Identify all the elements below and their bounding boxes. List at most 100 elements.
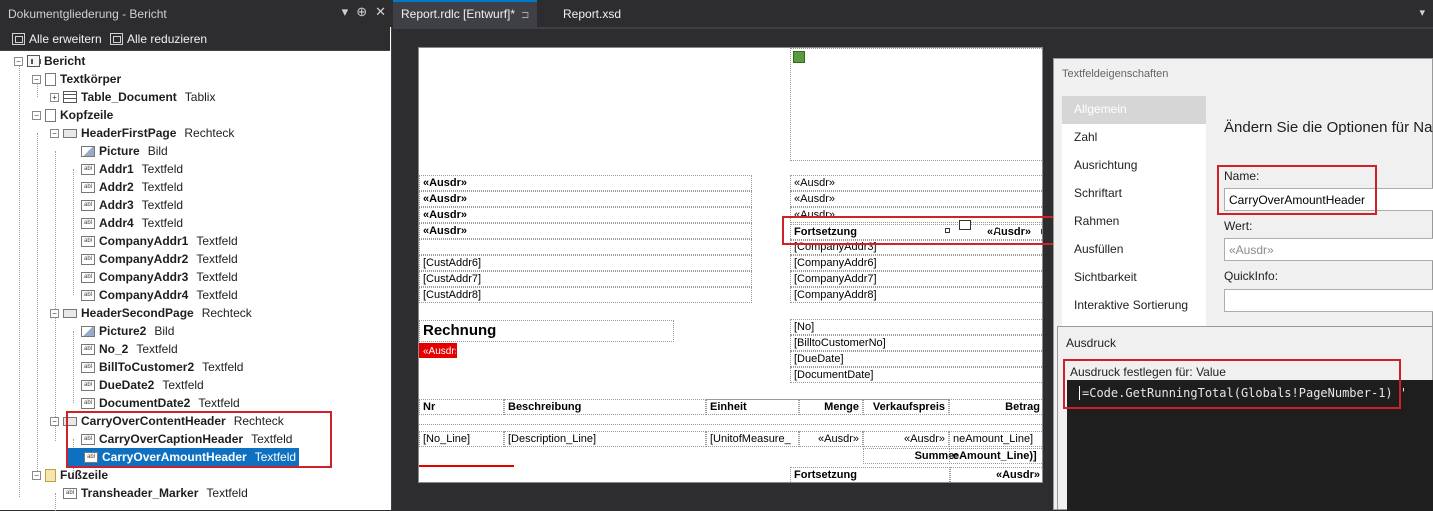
- tree-node[interactable]: − Fußzeile: [32, 466, 108, 484]
- document-info-field[interactable]: [DocumentDate]: [790, 367, 1042, 383]
- table-column-header[interactable]: Beschreibung: [504, 399, 706, 415]
- tree-node[interactable]: abl CompanyAddr1 Textfeld: [68, 232, 238, 250]
- close-icon[interactable]: ✕: [375, 4, 386, 20]
- nav-item[interactable]: Ausfüllen: [1062, 236, 1206, 264]
- nav-item[interactable]: Allgemein: [1062, 96, 1206, 124]
- tree-node[interactable]: + Table_Document Tablix: [50, 88, 215, 106]
- table-cell[interactable]: «Ausdr»: [799, 431, 863, 447]
- expand-all-button[interactable]: Alle erweitern: [12, 30, 102, 48]
- customer-address-line[interactable]: [CustAddr7]: [419, 271, 752, 287]
- tree-node[interactable]: abl BillToCustomer2 Textfeld: [68, 358, 243, 376]
- tree-node[interactable]: − HeaderFirstPage Rechteck: [50, 124, 234, 142]
- tree-node[interactable]: abl Addr3 Textfeld: [68, 196, 183, 214]
- table-cell[interactable]: [UnitofMeasure_: [706, 431, 799, 447]
- tab-report-xsd[interactable]: Report.xsd: [555, 0, 629, 27]
- chevron-down-icon[interactable]: ▾: [1419, 6, 1425, 19]
- collapse-toggle-icon[interactable]: −: [50, 128, 59, 138]
- tree-node[interactable]: abl Transheader_Marker Textfeld: [50, 484, 248, 502]
- nav-item-label: Schriftart: [1074, 186, 1123, 200]
- collapse-toggle-icon[interactable]: −: [50, 308, 59, 318]
- company-address-line[interactable]: [CompanyAddr8]: [790, 287, 1042, 303]
- tree-node[interactable]: abl CompanyAddr4 Textfeld: [68, 286, 238, 304]
- sum-value[interactable]: eAmount_Line)]: [949, 448, 1042, 464]
- pin-icon[interactable]: ⊕: [356, 4, 367, 20]
- pin-icon[interactable]: ⊐: [521, 10, 529, 21]
- document-info-field[interactable]: [BilltoCustomerNo]: [790, 335, 1042, 351]
- tree-node[interactable]: abl Addr2 Textfeld: [68, 178, 183, 196]
- document-info-field[interactable]: [No]: [790, 319, 1042, 335]
- tree-node[interactable]: Picture2 Bild: [68, 322, 174, 340]
- image-icon: [81, 145, 95, 157]
- customer-address-line[interactable]: «Ausdr»: [419, 223, 752, 239]
- company-address-line[interactable]: [CompanyAddr7]: [790, 271, 1042, 287]
- tree-node-name: DocumentDate2: [99, 396, 191, 410]
- collapse-toggle-icon[interactable]: −: [14, 56, 23, 66]
- value-field[interactable]: «Ausdr»: [1224, 238, 1433, 261]
- report-page: «Ausdr» «Ausdr» «Ausdr» «Ausdr» [CustAddr5][…: [418, 47, 1043, 483]
- tree-node[interactable]: abl CompanyAddr2 Textfeld: [68, 250, 238, 268]
- nav-item[interactable]: Ausrichtung: [1062, 152, 1206, 180]
- collapse-all-label: Alle reduzieren: [127, 32, 208, 46]
- invoice-title[interactable]: Rechnung: [419, 320, 674, 342]
- nav-item[interactable]: Schriftart: [1062, 180, 1206, 208]
- tree-connector-line: [37, 133, 38, 479]
- table-cell[interactable]: neAmount_Line]: [949, 431, 1042, 447]
- tree-node[interactable]: Picture Bild: [68, 142, 168, 160]
- nav-item[interactable]: Interaktive Sortierung: [1062, 292, 1206, 320]
- company-address-line[interactable]: «Ausdr»: [790, 175, 1042, 191]
- expand-toggle-icon[interactable]: +: [50, 92, 59, 102]
- nav-item[interactable]: Rahmen: [1062, 208, 1206, 236]
- table-column-header[interactable]: Betrag: [949, 399, 1042, 415]
- tree-node[interactable]: − Textkörper: [32, 70, 121, 88]
- tree-node-type: Textfeld: [136, 342, 178, 356]
- table-column-header[interactable]: Verkaufspreis: [863, 399, 949, 415]
- customer-address-line[interactable]: [CustAddr8]: [419, 287, 752, 303]
- collapse-toggle-icon[interactable]: −: [32, 74, 41, 84]
- collapse-all-button[interactable]: Alle reduzieren: [110, 30, 207, 48]
- collapse-toggle-icon[interactable]: −: [32, 470, 41, 480]
- table-cell[interactable]: [Description_Line]: [504, 431, 706, 447]
- customer-address-line[interactable]: «Ausdr»: [419, 191, 752, 207]
- customer-address-line[interactable]: [CustAddr5]: [419, 239, 752, 255]
- table-column-header[interactable]: Nr: [419, 399, 504, 415]
- outline-title: Dokumentgliederung - Bericht: [8, 7, 167, 21]
- document-info-field[interactable]: [DueDate]: [790, 351, 1042, 367]
- nav-item[interactable]: Zahl: [1062, 124, 1206, 152]
- tree-node[interactable]: abl Addr1 Textfeld: [68, 160, 183, 178]
- nav-item[interactable]: Sichtbarkeit: [1062, 264, 1206, 292]
- customer-address-line[interactable]: «Ausdr»: [419, 207, 752, 223]
- tree-node[interactable]: abl CompanyAddr3 Textfeld: [68, 268, 238, 286]
- tooltip-label: QuickInfo:: [1224, 269, 1279, 283]
- tree-node[interactable]: abl Addr4 Textfeld: [68, 214, 183, 232]
- table-column-header[interactable]: Einheit: [706, 399, 799, 415]
- table-cell[interactable]: «Ausdr»: [863, 431, 949, 447]
- tree-node[interactable]: − HeaderSecondPage Rechteck: [50, 304, 252, 322]
- picture-placeholder[interactable]: [790, 48, 1042, 161]
- tree-node[interactable]: − Bericht: [14, 52, 85, 70]
- tree-node[interactable]: abl DocumentDate2 Textfeld: [68, 394, 240, 412]
- collapse-toggle-icon[interactable]: −: [50, 416, 59, 426]
- tooltip-field[interactable]: [1224, 289, 1433, 312]
- tree-node[interactable]: abl No_2 Textfeld: [68, 340, 178, 358]
- customer-address-line[interactable]: [CustAddr6]: [419, 255, 752, 271]
- nav-item-label: Ausfüllen: [1074, 242, 1124, 256]
- footer-caption[interactable]: Fortsetzung: [790, 467, 950, 482]
- customer-address-line[interactable]: «Ausdr»: [419, 175, 752, 191]
- tree-node[interactable]: abl DueDate2 Textfeld: [68, 376, 204, 394]
- company-address-line[interactable]: «Ausdr»: [790, 191, 1042, 207]
- collapse-all-icon: [110, 33, 123, 45]
- table-column-header[interactable]: Menge: [799, 399, 863, 415]
- table-cell[interactable]: [No_Line]: [419, 431, 504, 447]
- tree-node-name: Kopfzeile: [60, 108, 114, 122]
- editor-tab-bar: Report.rdlc [Entwurf]* ⊐ Report.xsd ▾: [393, 0, 1433, 27]
- collapse-toggle-icon[interactable]: −: [32, 110, 41, 120]
- invoice-title-expression[interactable]: «Ausdr»: [419, 343, 457, 358]
- textbox-icon: abl: [81, 289, 95, 301]
- dropdown-icon[interactable]: ▾: [342, 4, 349, 20]
- footer-amount[interactable]: «Ausdr»: [950, 467, 1042, 482]
- tab-report-rdlc[interactable]: Report.rdlc [Entwurf]* ⊐: [393, 0, 538, 27]
- company-address-line[interactable]: [CompanyAddr6]: [790, 255, 1042, 271]
- tree-node-type: Textfeld: [141, 162, 184, 176]
- page-icon: [45, 72, 56, 86]
- tree-node[interactable]: − Kopfzeile: [32, 106, 113, 124]
